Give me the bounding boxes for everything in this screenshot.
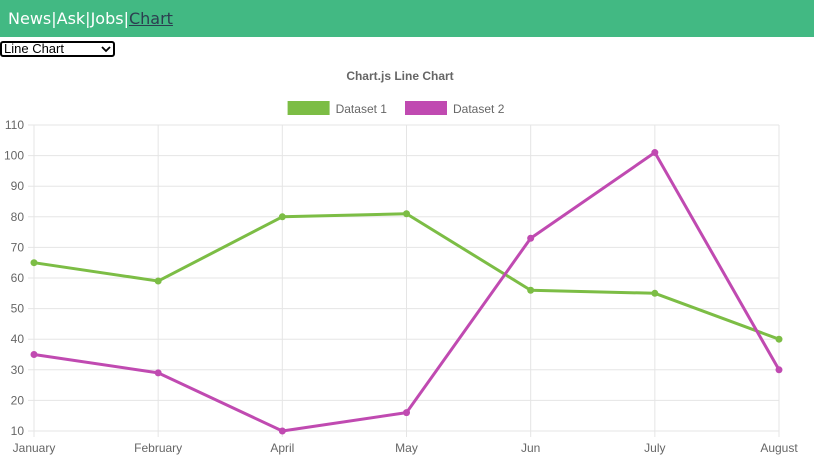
data-point[interactable] — [278, 427, 286, 435]
chart-title: Chart.js Line Chart — [346, 69, 453, 83]
chart-legend: Dataset 1 Dataset 2 — [287, 101, 505, 116]
data-point[interactable] — [403, 210, 410, 218]
legend-label: Dataset 1 — [336, 102, 388, 116]
x-tick-label: July — [644, 441, 665, 455]
x-axis: January February April May Jun July August — [13, 441, 799, 455]
data-point[interactable] — [651, 149, 659, 157]
data-point[interactable] — [403, 409, 410, 417]
legend-item[interactable]: Dataset 2 — [405, 101, 505, 116]
y-tick-label: 60 — [11, 271, 25, 285]
legend-item[interactable]: Dataset 1 — [287, 101, 388, 116]
data-point[interactable] — [775, 366, 783, 374]
y-tick-label: 30 — [11, 363, 25, 377]
x-tick-label: August — [760, 441, 798, 455]
x-tick-label: January — [13, 441, 56, 455]
data-point[interactable] — [30, 351, 38, 358]
line-chart: Chart.js Line Chart 10203040506070809010… — [4, 69, 799, 455]
data-point[interactable] — [651, 289, 659, 297]
y-tick-label: 90 — [11, 179, 25, 193]
data-point[interactable] — [775, 335, 783, 343]
y-tick-label: 100 — [4, 149, 24, 163]
x-tick-label: April — [270, 441, 294, 455]
data-point[interactable] — [154, 369, 162, 377]
y-tick-label: 70 — [11, 240, 25, 254]
data-point[interactable] — [154, 277, 162, 285]
y-tick-label: 20 — [11, 393, 25, 407]
legend-label: Dataset 2 — [453, 102, 505, 116]
x-tick-label: February — [134, 441, 182, 455]
y-tick-label: 110 — [5, 118, 24, 132]
y-tick-label: 40 — [11, 332, 25, 346]
y-tick-label: 50 — [11, 302, 25, 316]
data-point[interactable] — [527, 286, 535, 294]
y-tick-label: 10 — [11, 424, 25, 438]
data-point[interactable] — [527, 234, 535, 242]
data-point[interactable] — [30, 259, 38, 267]
y-axis: 10 20 30 40 50 60 70 80 90 100 110 — [4, 118, 24, 438]
legend-swatch — [287, 101, 330, 115]
x-tick-label: May — [395, 441, 418, 455]
legend-swatch — [405, 101, 447, 115]
x-tick-label: Jun — [521, 441, 540, 455]
data-point[interactable] — [278, 213, 286, 221]
y-tick-label: 80 — [11, 210, 25, 224]
